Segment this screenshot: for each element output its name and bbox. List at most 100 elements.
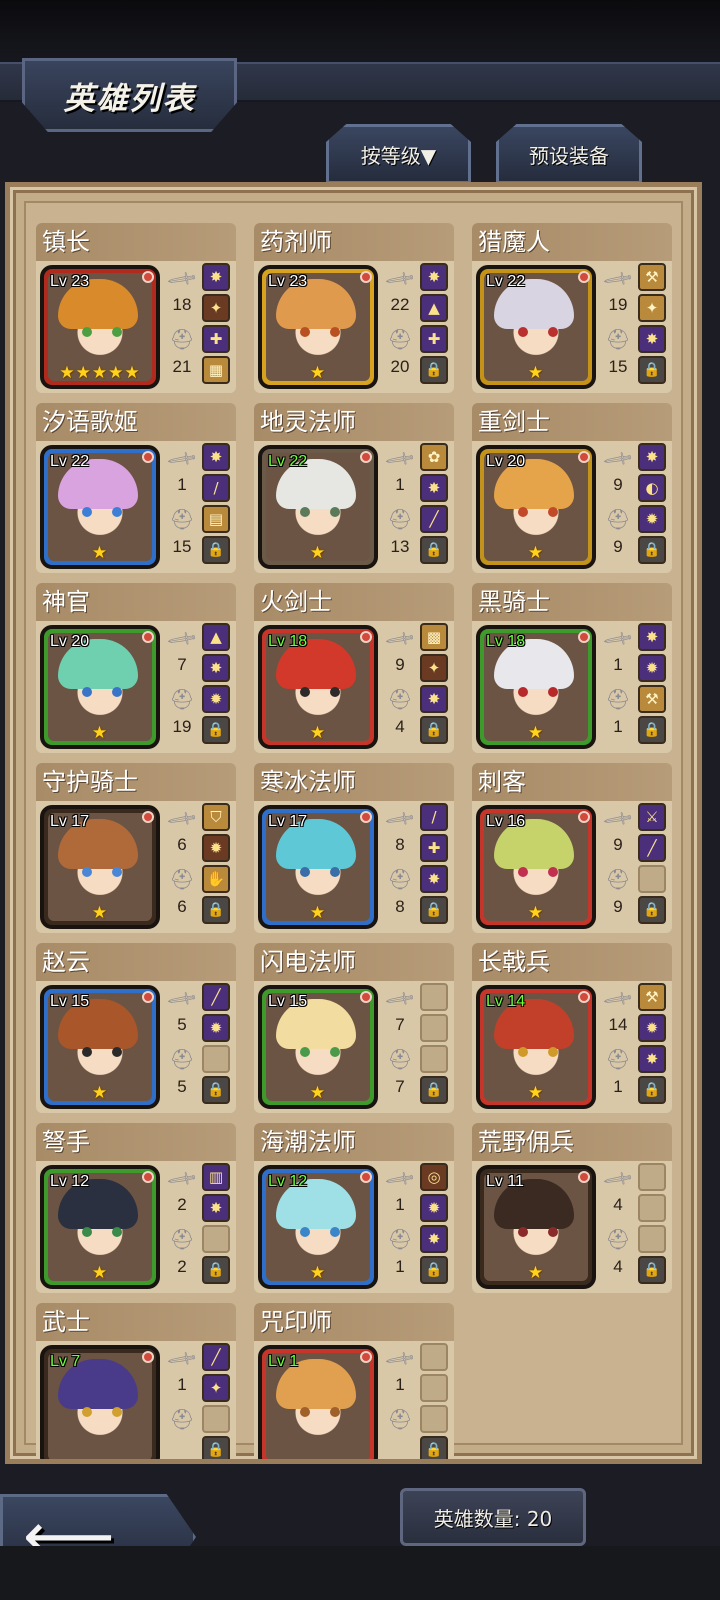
hero-portrait[interactable]: Lv 12 ★ xyxy=(40,1165,160,1289)
equipment-slot[interactable]: ◐ xyxy=(638,474,666,502)
hero-card[interactable]: 药剂师 Lv 23 ★ 🗡 22 ⛑ 20 ✸ ▲ ✚ 🔒 xyxy=(254,223,454,393)
hero-portrait[interactable]: Lv 22 ★ xyxy=(258,445,378,569)
hero-portrait[interactable]: Lv 22 ★ xyxy=(40,445,160,569)
equipment-slot[interactable]: ✦ xyxy=(420,654,448,682)
equipment-slot[interactable]: ✸ xyxy=(202,654,230,682)
equipment-slot[interactable]: ◎ xyxy=(420,1163,448,1191)
equipment-slot[interactable]: ▩ xyxy=(420,623,448,651)
empty-equipment-slot[interactable] xyxy=(420,1014,448,1042)
hero-card[interactable]: 地灵法师 Lv 22 ★ 🗡 1 ⛑ 13 ✿ ✸ ╱ 🔒 xyxy=(254,403,454,573)
equipment-slot[interactable]: ▥ xyxy=(202,1163,230,1191)
hero-portrait[interactable]: Lv 1 xyxy=(258,1345,378,1459)
hero-portrait[interactable]: Lv 20 ★ xyxy=(476,445,596,569)
empty-equipment-slot[interactable] xyxy=(420,1374,448,1402)
lock-icon[interactable]: 🔒 xyxy=(638,1076,666,1104)
equipment-slot[interactable]: ✦ xyxy=(202,1374,230,1402)
lock-icon[interactable]: 🔒 xyxy=(420,1076,448,1104)
empty-equipment-slot[interactable] xyxy=(420,1045,448,1073)
equipment-slot[interactable]: ✹ xyxy=(638,505,666,533)
hero-portrait[interactable]: Lv 22 ★ xyxy=(476,265,596,389)
hero-card[interactable]: 重剑士 Lv 20 ★ 🗡 9 ⛑ 9 ✸ ◐ ✹ 🔒 xyxy=(472,403,672,573)
equipment-slot[interactable]: ✹ xyxy=(638,1014,666,1042)
hero-card[interactable]: 汐语歌姬 Lv 22 ★ 🗡 1 ⛑ 15 ✸ / ▤ 🔒 xyxy=(36,403,236,573)
lock-icon[interactable]: 🔒 xyxy=(638,1256,666,1284)
equipment-slot[interactable]: ✸ xyxy=(202,263,230,291)
equipment-slot[interactable]: ✸ xyxy=(420,474,448,502)
equipment-slot[interactable]: ⚔ xyxy=(638,803,666,831)
hero-card[interactable]: 神官 Lv 20 ★ 🗡 7 ⛑ 19 ▲ ✸ ✹ 🔒 xyxy=(36,583,236,753)
lock-icon[interactable]: 🔒 xyxy=(202,716,230,744)
equipment-slot[interactable]: ▦ xyxy=(202,356,230,384)
equipment-slot[interactable]: ✦ xyxy=(202,294,230,322)
preset-equipment-button[interactable]: 预设装备 xyxy=(496,124,642,184)
empty-equipment-slot[interactable] xyxy=(420,983,448,1011)
equipment-slot[interactable]: ▤ xyxy=(202,505,230,533)
equipment-slot[interactable]: ╱ xyxy=(202,1343,230,1371)
empty-equipment-slot[interactable] xyxy=(638,1194,666,1222)
empty-equipment-slot[interactable] xyxy=(202,1045,230,1073)
lock-icon[interactable]: 🔒 xyxy=(420,536,448,564)
equipment-slot[interactable]: ✚ xyxy=(202,325,230,353)
lock-icon[interactable]: 🔒 xyxy=(638,896,666,924)
hero-card[interactable]: 荒野佣兵 Lv 11 ★ 🗡 4 ⛑ 4 🔒 xyxy=(472,1123,672,1293)
equipment-slot[interactable]: ✸ xyxy=(638,623,666,651)
hero-card[interactable]: 守护骑士 Lv 17 ★ 🗡 6 ⛑ 6 ⛉ ✹ ✋ 🔒 xyxy=(36,763,236,933)
lock-icon[interactable]: 🔒 xyxy=(202,896,230,924)
lock-icon[interactable]: 🔒 xyxy=(638,356,666,384)
empty-equipment-slot[interactable] xyxy=(420,1405,448,1433)
equipment-slot[interactable]: ✸ xyxy=(638,443,666,471)
equipment-slot[interactable]: ✸ xyxy=(420,263,448,291)
equipment-slot[interactable]: ✸ xyxy=(202,1194,230,1222)
equipment-slot[interactable]: ✸ xyxy=(420,865,448,893)
equipment-slot[interactable]: ▲ xyxy=(420,294,448,322)
empty-equipment-slot[interactable] xyxy=(202,1405,230,1433)
hero-card[interactable]: 火剑士 Lv 18 ★ 🗡 9 ⛑ 4 ▩ ✦ ✸ 🔒 xyxy=(254,583,454,753)
hero-portrait[interactable]: Lv 18 ★ xyxy=(476,625,596,749)
equipment-slot[interactable]: / xyxy=(420,803,448,831)
hero-portrait[interactable]: Lv 20 ★ xyxy=(40,625,160,749)
lock-icon[interactable]: 🔒 xyxy=(420,716,448,744)
hero-card[interactable]: 武士 Lv 7 🗡 1 ⛑ ╱ ✦ 🔒 xyxy=(36,1303,236,1459)
hero-card[interactable]: 黑骑士 Lv 18 ★ 🗡 1 ⛑ 1 ✸ ✹ ⚒ 🔒 xyxy=(472,583,672,753)
hero-portrait[interactable]: Lv 11 ★ xyxy=(476,1165,596,1289)
equipment-slot[interactable]: ⚒ xyxy=(638,263,666,291)
equipment-slot[interactable]: ✿ xyxy=(420,443,448,471)
hero-portrait[interactable]: Lv 15 ★ xyxy=(40,985,160,1109)
equipment-slot[interactable]: ⚒ xyxy=(638,983,666,1011)
empty-equipment-slot[interactable] xyxy=(638,1163,666,1191)
hero-portrait[interactable]: Lv 23 ★★★★★ xyxy=(40,265,160,389)
empty-equipment-slot[interactable] xyxy=(638,865,666,893)
equipment-slot[interactable]: ✹ xyxy=(420,1194,448,1222)
equipment-slot[interactable]: ╱ xyxy=(202,983,230,1011)
equipment-slot[interactable]: ⚒ xyxy=(638,685,666,713)
hero-card[interactable]: 寒冰法师 Lv 17 ★ 🗡 8 ⛑ 8 / ✚ ✸ 🔒 xyxy=(254,763,454,933)
equipment-slot[interactable]: ✹ xyxy=(638,654,666,682)
equipment-slot[interactable]: ⛉ xyxy=(202,803,230,831)
hero-card[interactable]: 弩手 Lv 12 ★ 🗡 2 ⛑ 2 ▥ ✸ 🔒 xyxy=(36,1123,236,1293)
hero-card[interactable]: 海潮法师 Lv 12 ★ 🗡 1 ⛑ 1 ◎ ✹ ✸ 🔒 xyxy=(254,1123,454,1293)
equipment-slot[interactable]: ✹ xyxy=(202,685,230,713)
lock-icon[interactable]: 🔒 xyxy=(420,1436,448,1459)
equipment-slot[interactable]: ✚ xyxy=(420,325,448,353)
hero-portrait[interactable]: Lv 14 ★ xyxy=(476,985,596,1109)
lock-icon[interactable]: 🔒 xyxy=(420,1256,448,1284)
equipment-slot[interactable]: ✚ xyxy=(420,834,448,862)
hero-card[interactable]: 咒印师 Lv 1 🗡 1 ⛑ 🔒 xyxy=(254,1303,454,1459)
hero-portrait[interactable]: Lv 17 ★ xyxy=(40,805,160,929)
equipment-slot[interactable]: / xyxy=(202,474,230,502)
hero-portrait[interactable]: Lv 16 ★ xyxy=(476,805,596,929)
hero-list-panel[interactable]: 镇长 Lv 23 ★★★★★ 🗡 18 ⛑ 21 ✸ ✦ ✚ ▦ 药剂师 Lv … xyxy=(5,182,702,1464)
hero-portrait[interactable]: Lv 23 ★ xyxy=(258,265,378,389)
equipment-slot[interactable]: ✦ xyxy=(638,294,666,322)
equipment-slot[interactable]: ▲ xyxy=(202,623,230,651)
equipment-slot[interactable]: ╱ xyxy=(638,834,666,862)
hero-card[interactable]: 镇长 Lv 23 ★★★★★ 🗡 18 ⛑ 21 ✸ ✦ ✚ ▦ xyxy=(36,223,236,393)
hero-portrait[interactable]: Lv 15 ★ xyxy=(258,985,378,1109)
equipment-slot[interactable]: ╱ xyxy=(420,505,448,533)
hero-portrait[interactable]: Lv 12 ★ xyxy=(258,1165,378,1289)
empty-equipment-slot[interactable] xyxy=(420,1343,448,1371)
hero-card[interactable]: 猎魔人 Lv 22 ★ 🗡 19 ⛑ 15 ⚒ ✦ ✸ 🔒 xyxy=(472,223,672,393)
hero-card[interactable]: 闪电法师 Lv 15 ★ 🗡 7 ⛑ 7 🔒 xyxy=(254,943,454,1113)
lock-icon[interactable]: 🔒 xyxy=(638,716,666,744)
hero-card[interactable]: 赵云 Lv 15 ★ 🗡 5 ⛑ 5 ╱ ✹ 🔒 xyxy=(36,943,236,1113)
